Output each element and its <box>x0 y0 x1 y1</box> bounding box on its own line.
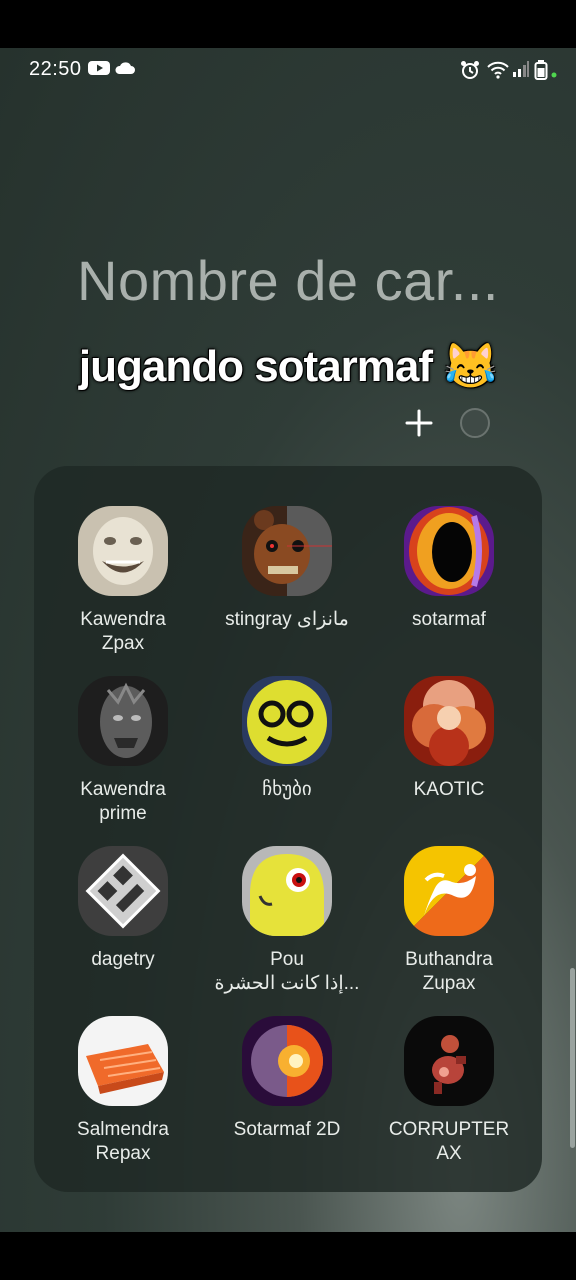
app-label: Kawendra prime <box>80 779 166 824</box>
corrupted-figure-icon <box>404 1016 494 1106</box>
app-corrupter-ax[interactable]: CORRUPTER AX <box>368 1016 530 1166</box>
app-kaotic[interactable]: KAOTIC <box>368 676 530 802</box>
alarm-icon <box>461 61 479 79</box>
status-time: 22:50 <box>29 58 82 80</box>
wifi-icon <box>487 61 509 79</box>
folder-color-button[interactable] <box>460 408 490 438</box>
app-kawendra-zpax[interactable]: Kawendra Zpax <box>42 506 204 656</box>
app-label: Kawendra Zpax <box>80 609 166 654</box>
signal-icon <box>513 61 529 77</box>
geometry-cube-icon <box>78 846 168 936</box>
dark-creature-icon <box>78 676 168 766</box>
folder-name-input[interactable]: Nombre de car... <box>0 248 576 313</box>
app-label: KAOTIC <box>413 779 485 800</box>
yellow-face-icon <box>242 676 332 766</box>
fire-portal-icon <box>404 506 494 596</box>
pou-icon <box>242 846 332 936</box>
video-caption: jugando sotarmaf 😹 <box>0 340 576 392</box>
app-label: Salmendra Repax <box>77 1119 169 1164</box>
app-label: Sotarmaf 2D <box>233 1119 341 1140</box>
battery-icon <box>534 60 548 80</box>
salmon-icon <box>78 1016 168 1106</box>
add-apps-button[interactable] <box>404 408 434 438</box>
status-bar: 22:50 <box>0 48 576 92</box>
folder-panel: Kawendra Zpax stingray مانزاى sotarmaf K… <box>34 466 542 1192</box>
app-dagetry[interactable]: dagetry <box>42 846 204 972</box>
notification-dot-icon <box>551 72 557 78</box>
app-label: sotarmaf <box>412 609 486 630</box>
app-pou[interactable]: Pou إذا كانت الحشرة... <box>206 846 368 996</box>
app-label: Pou إذا كانت الحشرة... <box>214 949 360 994</box>
scrollbar[interactable] <box>570 968 575 1148</box>
caption-emoji: 😹 <box>443 342 498 391</box>
app-kawendra-prime[interactable]: Kawendra prime <box>42 676 204 826</box>
app-sotarmaf[interactable]: sotarmaf <box>368 506 530 632</box>
app-label: CORRUPTER AX <box>388 1119 510 1164</box>
app-label: stingray مانزاى <box>225 609 349 630</box>
explosion-icon <box>404 676 494 766</box>
caption-text: jugando sotarmaf <box>78 342 433 391</box>
cloud-icon <box>115 62 135 74</box>
home-screen: 22:50 Nombre de car... jugando sotarmaf … <box>0 48 576 1232</box>
app-label: Buthandra Zupax <box>405 949 493 994</box>
animatronic-bear-icon <box>242 506 332 596</box>
fire-orb-icon <box>242 1016 332 1106</box>
youtube-icon <box>88 61 110 75</box>
app-label: dagetry <box>91 949 155 970</box>
app-label: ჩხუბი <box>262 779 312 800</box>
app-sotarmaf-2d[interactable]: Sotarmaf 2D <box>206 1016 368 1142</box>
dragon-flag-icon <box>404 846 494 936</box>
app-stingray[interactable]: stingray مانزاى <box>206 506 368 632</box>
grinning-creature-icon <box>78 506 168 596</box>
app-chkhubi[interactable]: ჩხუბი <box>206 676 368 802</box>
app-buthandra-zupax[interactable]: Buthandra Zupax <box>368 846 530 996</box>
app-salmendra-repax[interactable]: Salmendra Repax <box>42 1016 204 1166</box>
